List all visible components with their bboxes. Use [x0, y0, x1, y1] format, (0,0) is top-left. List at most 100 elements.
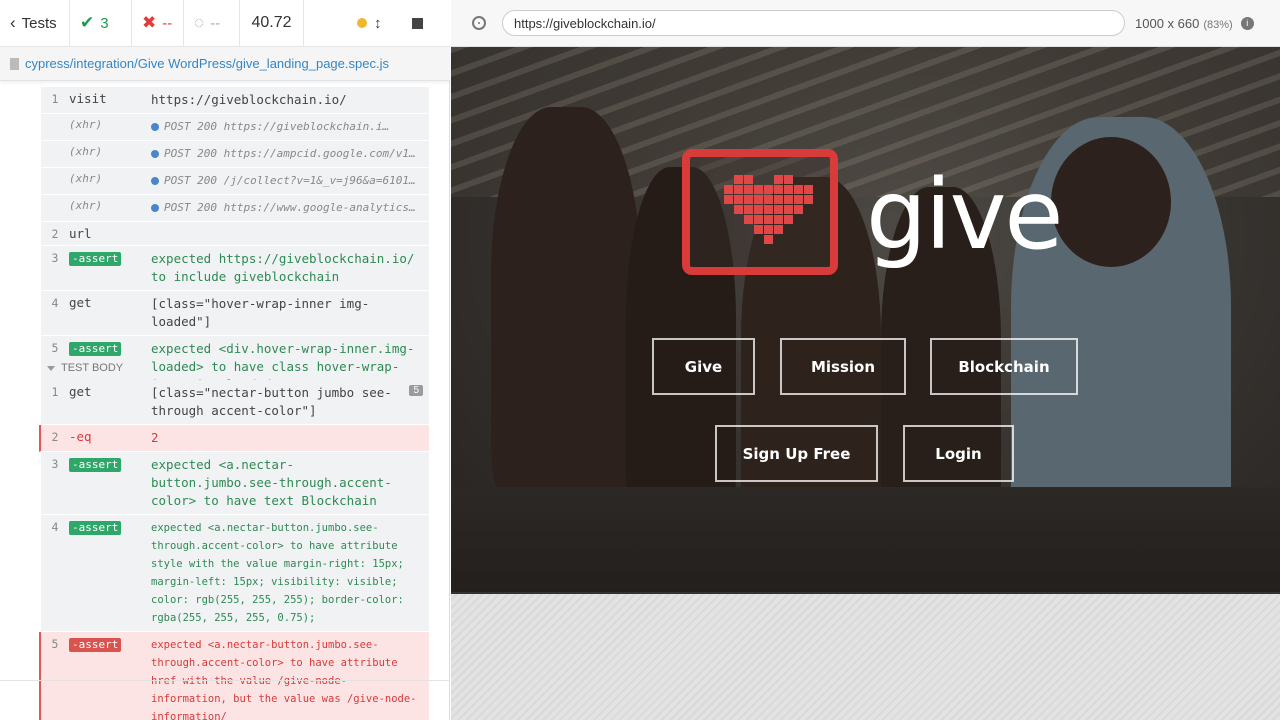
- logo-heart-icon[interactable]: [682, 149, 838, 275]
- heart-pixel: [784, 205, 793, 214]
- running-indicator-icon: [357, 18, 367, 28]
- command-row[interactable]: (xhr) POST 200 https://www.google-analyt…: [41, 195, 429, 222]
- tests-label: Tests: [21, 14, 57, 32]
- heart-pixel: [754, 195, 763, 204]
- command-row[interactable]: (xhr) POST 200 https://ampcid.google.com…: [41, 141, 429, 168]
- hero-image: give Give Mission Blockchain Sign Up Fre…: [451, 47, 1280, 592]
- heart-pixel: [754, 215, 763, 224]
- heart-pixel: [784, 215, 793, 224]
- heart-pixel: [804, 185, 813, 194]
- assert-badge: -assert: [69, 252, 122, 266]
- heart-pixel: [794, 205, 803, 214]
- heart-pixel: [734, 175, 743, 184]
- auto-scroll-toggle-icon[interactable]: ↕: [374, 15, 382, 32]
- assert-badge: -assert: [69, 458, 122, 472]
- passed-value: 3: [100, 14, 109, 32]
- url-field[interactable]: https://giveblockchain.io/: [502, 10, 1125, 36]
- duration: 40.72: [240, 0, 304, 47]
- heart-pixel: [754, 205, 763, 214]
- command-row[interactable]: 2 url: [41, 222, 429, 246]
- spec-path[interactable]: cypress/integration/Give WordPress/give_…: [0, 47, 450, 81]
- divider: [0, 680, 450, 681]
- stop-icon[interactable]: [411, 17, 423, 29]
- heart-pixel: [774, 225, 783, 234]
- cross-icon: ✖: [142, 13, 157, 32]
- command-row[interactable]: 1 get [class="nectar-button jumbo see-th…: [41, 380, 429, 425]
- passed-count: ✔ 3: [70, 0, 132, 47]
- stats-bar: ‹ Tests ✔ 3 ✖ -- ◌ -- 40.72 ↕: [0, 0, 450, 47]
- heart-pixel: [774, 215, 783, 224]
- failed-count: ✖ --: [132, 0, 184, 47]
- overlay: [451, 47, 1280, 592]
- command-row[interactable]: 4 -assert expected <a.nectar-button.jumb…: [41, 515, 429, 632]
- reporter-panel: ‹ Tests ✔ 3 ✖ -- ◌ -- 40.72 ↕ cypress/in…: [0, 0, 450, 720]
- heart-pixel: [744, 185, 753, 194]
- heart-pixel: [794, 195, 803, 204]
- command-row[interactable]: 3 -assert expected <a.nectar-button.jumb…: [41, 452, 429, 515]
- check-icon: ✔: [80, 13, 95, 32]
- heart-pixel: [784, 185, 793, 194]
- heart-pixel: [734, 195, 743, 204]
- heart-pixel: [774, 185, 783, 194]
- command-row[interactable]: (xhr) POST 200 https://giveblockchain.i…: [41, 114, 429, 141]
- brand-wordmark[interactable]: give: [866, 159, 1063, 271]
- pending-value: --: [210, 14, 221, 32]
- heart-pixel: [724, 185, 733, 194]
- heart-pixel: [764, 205, 773, 214]
- pending-count: ◌ --: [184, 0, 240, 47]
- command-log-body: 1 get [class="nectar-button jumbo see-th…: [39, 380, 429, 720]
- blockchain-button[interactable]: Blockchain: [930, 338, 1078, 395]
- spec-path-text: cypress/integration/Give WordPress/give_…: [25, 56, 389, 71]
- xhr-status-icon: [151, 177, 159, 185]
- heart-pixel: [774, 205, 783, 214]
- caret-down-icon: [47, 365, 55, 371]
- heart-pixel: [744, 195, 753, 204]
- viewport-size: 1000 x 660 (83%): [1135, 15, 1233, 31]
- heart-pixel: [794, 185, 803, 194]
- heart-pixel: [764, 185, 773, 194]
- command-row[interactable]: 4 get [class="hover-wrap-inner img-loade…: [41, 291, 429, 336]
- heart-pixel: [774, 175, 783, 184]
- login-button[interactable]: Login: [903, 425, 1014, 482]
- aut-iframe-area: give Give Mission Blockchain Sign Up Fre…: [451, 47, 1280, 720]
- heart-pixel: [784, 195, 793, 204]
- command-row-failed[interactable]: 2 -eq 2: [39, 425, 429, 452]
- element-count-badge: 5: [409, 385, 423, 396]
- heart-pixel: [774, 195, 783, 204]
- info-icon[interactable]: i: [1240, 16, 1254, 30]
- heart-pixel: [744, 215, 753, 224]
- command-row[interactable]: 1 visit https://giveblockchain.io/: [41, 87, 429, 114]
- heart-pixel: [754, 185, 763, 194]
- failed-value: --: [162, 14, 173, 32]
- xhr-status-icon: [151, 204, 159, 212]
- chevron-left-icon: ‹: [10, 13, 16, 32]
- test-body-header[interactable]: TEST BODY: [41, 358, 429, 378]
- circle-notch-icon: ◌: [194, 13, 205, 32]
- file-icon: [10, 57, 19, 70]
- heart-pixel: [734, 205, 743, 214]
- xhr-status-icon: [151, 150, 159, 158]
- hero-bottom-edge: [451, 592, 1280, 594]
- heart-pixel: [724, 195, 733, 204]
- mission-button[interactable]: Mission: [780, 338, 906, 395]
- heart-pixel: [764, 225, 773, 234]
- command-row[interactable]: 3 -assert expected https://giveblockchai…: [41, 246, 429, 291]
- heart-pixel: [784, 175, 793, 184]
- heart-pixel: [764, 235, 773, 244]
- give-button[interactable]: Give: [652, 338, 755, 395]
- heart-pixel: [804, 195, 813, 204]
- tests-button[interactable]: ‹ Tests: [0, 0, 70, 47]
- heart-pixel: [734, 185, 743, 194]
- heart-pixel: [754, 225, 763, 234]
- selector-playground-icon[interactable]: [472, 16, 486, 30]
- assert-badge: -assert: [69, 342, 122, 356]
- heart-pixel: [764, 195, 773, 204]
- heart-pixel: [744, 205, 753, 214]
- command-row[interactable]: (xhr) POST 200 /j/collect?v=1&_v=j96&a=6…: [41, 168, 429, 195]
- command-row-failed[interactable]: 5 -assert expected <a.nectar-button.jumb…: [39, 632, 429, 720]
- xhr-status-icon: [151, 123, 159, 131]
- assert-badge: -assert: [69, 521, 122, 535]
- command-log-hooks: 1 visit https://giveblockchain.io/ (xhr)…: [41, 87, 429, 399]
- sign-up-button[interactable]: Sign Up Free: [715, 425, 878, 482]
- heart-pixel: [744, 175, 753, 184]
